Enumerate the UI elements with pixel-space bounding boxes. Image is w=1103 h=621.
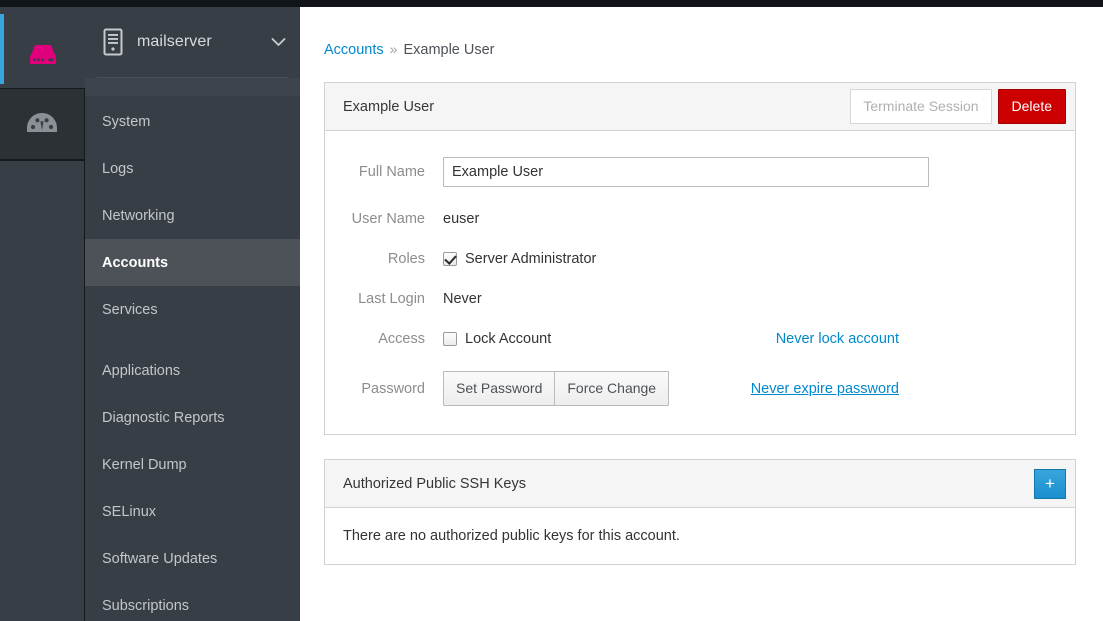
terminate-session-button[interactable]: Terminate Session <box>850 89 992 124</box>
chevron-down-icon[interactable] <box>271 37 286 47</box>
nav-group-primary: System Logs Networking Accounts Services <box>85 96 300 333</box>
top-black-strip <box>0 0 1103 7</box>
nav-group-secondary: Applications Diagnostic Reports Kernel D… <box>85 345 300 621</box>
account-form: Full Name User Name euser Roles <box>325 131 1075 434</box>
server-administrator-label: Server Administrator <box>465 251 597 267</box>
sidebar-item-software-updates[interactable]: Software Updates <box>85 535 300 582</box>
ssh-keys-empty-message: There are no authorized public keys for … <box>343 528 680 544</box>
brand-logo <box>0 32 85 80</box>
dashboard-gauge-icon <box>27 113 57 132</box>
server-administrator-checkbox[interactable] <box>443 252 457 266</box>
host-name-label: mailserver <box>137 33 212 50</box>
ssh-keys-panel: Authorized Public SSH Keys + There are n… <box>324 459 1076 565</box>
breadcrumb-current: Example User <box>403 42 495 58</box>
sidebar-item-accounts[interactable]: Accounts <box>85 239 300 286</box>
form-row-last-login: Last Login Never <box>343 291 1057 307</box>
navigation-sidebar: mailserver System Logs Networking Accoun… <box>85 7 300 621</box>
server-tower-icon <box>101 27 125 57</box>
sidebar-item-system[interactable]: System <box>85 98 300 145</box>
breadcrumb-link-accounts[interactable]: Accounts <box>324 42 384 58</box>
account-panel-actions: Terminate Session Delete <box>850 89 1066 124</box>
sidebar-search-band[interactable] <box>85 78 300 96</box>
lock-account-control[interactable]: Lock Account <box>443 331 551 347</box>
form-row-full-name: Full Name <box>343 157 1057 187</box>
password-button-group: Set Password Force Change <box>443 371 670 406</box>
role-server-administrator[interactable]: Server Administrator <box>443 251 596 267</box>
storage-server-icon <box>29 45 56 64</box>
sidebar-item-services[interactable]: Services <box>85 286 300 333</box>
rail-item-dashboard[interactable] <box>0 88 85 160</box>
form-row-roles: Roles Server Administrator <box>343 251 1057 267</box>
password-label: Password <box>361 380 425 397</box>
account-panel-header: Example User Terminate Session Delete <box>325 83 1075 131</box>
delete-account-button[interactable]: Delete <box>997 89 1066 124</box>
rail-filler <box>0 160 85 621</box>
sidebar-item-applications[interactable]: Applications <box>85 347 300 394</box>
last-login-value: Never <box>443 291 482 307</box>
set-password-button[interactable]: Set Password <box>443 371 556 406</box>
full-name-input[interactable] <box>443 157 929 187</box>
roles-label: Roles <box>387 251 425 267</box>
never-expire-password-link[interactable]: Never expire password <box>751 381 1057 397</box>
main-content: Accounts » Example User Example User Termi… <box>300 7 1103 621</box>
breadcrumb: Accounts » Example User <box>300 7 1103 58</box>
user-name-label: User Name <box>351 211 425 227</box>
sidebar-item-logs[interactable]: Logs <box>85 145 300 192</box>
lock-account-label: Lock Account <box>465 331 552 347</box>
last-login-label: Last Login <box>358 291 425 307</box>
form-row-password: Password Set Password Force Change Never… <box>343 371 1057 406</box>
sidebar-item-kernel-dump[interactable]: Kernel Dump <box>85 441 300 488</box>
user-name-value: euser <box>443 211 480 227</box>
full-name-label: Full Name <box>358 164 425 180</box>
account-panel: Example User Terminate Session Delete Fu… <box>324 82 1076 435</box>
icon-rail <box>0 7 85 621</box>
sidebar-item-subscriptions[interactable]: Subscriptions <box>85 582 300 621</box>
ssh-keys-panel-header: Authorized Public SSH Keys + <box>325 460 1075 508</box>
never-lock-account-link[interactable]: Never lock account <box>776 331 1057 347</box>
host-switcher[interactable]: mailserver <box>85 7 300 77</box>
breadcrumb-separator: » <box>389 41 398 57</box>
access-label: Access <box>378 331 425 347</box>
sidebar-item-selinux[interactable]: SELinux <box>85 488 300 535</box>
ssh-keys-title: Authorized Public SSH Keys <box>343 475 526 492</box>
force-change-button[interactable]: Force Change <box>554 371 670 406</box>
nav-group-spacer <box>85 333 300 345</box>
form-row-user-name: User Name euser <box>343 211 1057 227</box>
sidebar-item-networking[interactable]: Networking <box>85 192 300 239</box>
page-title: Example User <box>343 98 435 115</box>
cockpit-window: mailserver System Logs Networking Accoun… <box>0 0 1103 621</box>
form-row-access: Access Lock Account Never lock account <box>343 331 1057 347</box>
sidebar-item-diagnostic-reports[interactable]: Diagnostic Reports <box>85 394 300 441</box>
lock-account-checkbox[interactable] <box>443 332 457 346</box>
add-ssh-key-button[interactable]: + <box>1034 468 1066 499</box>
